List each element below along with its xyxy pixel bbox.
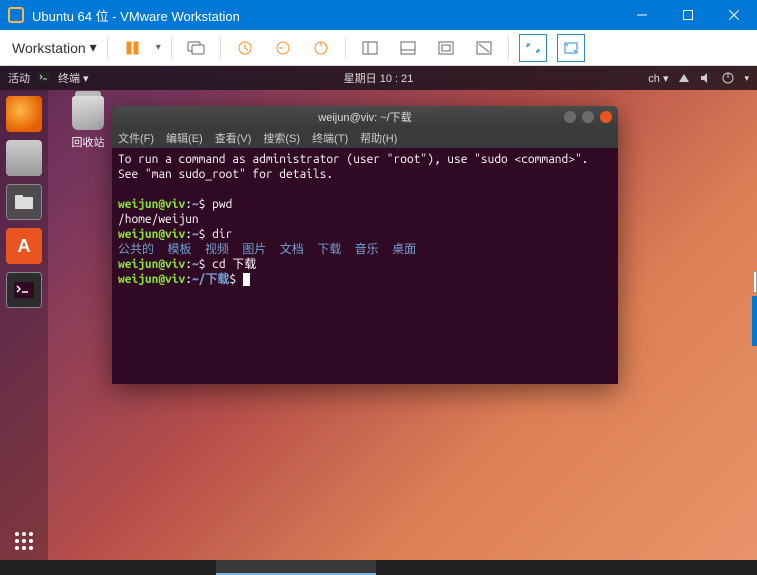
toolbar-separator <box>508 37 509 59</box>
launcher-firefox[interactable] <box>6 96 42 132</box>
cmd: cd 下载 <box>212 258 256 271</box>
toolbar-separator <box>345 37 346 59</box>
launcher-terminal[interactable] <box>6 272 42 308</box>
toolbar-separator <box>171 37 172 59</box>
maximize-button[interactable] <box>665 0 711 30</box>
ubuntu-launcher: A <box>0 90 48 560</box>
activities-button[interactable]: 活动 <box>8 70 30 86</box>
dollar: $ <box>229 273 236 286</box>
ubuntu-top-panel: 活动 终端 ▾ 星期日 10 : 21 ch ▾ ▾ <box>0 66 757 90</box>
window-controls <box>619 0 757 30</box>
software-icon: A <box>18 236 31 257</box>
snapshot-revert-button[interactable] <box>269 34 297 62</box>
toolbar-separator <box>220 37 221 59</box>
terminal-icon <box>13 281 35 299</box>
vmware-logo-icon <box>8 7 24 23</box>
power-icon[interactable] <box>722 72 734 84</box>
toolbar-separator <box>107 37 108 59</box>
volume-icon[interactable] <box>700 72 712 84</box>
terminal-window-controls <box>564 111 612 123</box>
view-console-button[interactable] <box>394 34 422 62</box>
scrollbar-thumb[interactable] <box>752 296 757 346</box>
view-fullscreen-button[interactable] <box>432 34 460 62</box>
stretch-guest-button[interactable] <box>557 34 585 62</box>
input-method-indicator[interactable]: ch ▾ <box>648 72 668 85</box>
menu-file[interactable]: 文件(F) <box>118 130 154 146</box>
enter-fullscreen-button[interactable] <box>519 34 547 62</box>
vmware-toolbar: Workstation ▾ ▾ <box>0 30 757 66</box>
prompt-path: ~/下载 <box>192 273 229 286</box>
menu-help[interactable]: 帮助(H) <box>360 130 397 146</box>
launcher-software[interactable]: A <box>6 228 42 264</box>
snapshot-button[interactable] <box>231 34 259 62</box>
menu-view[interactable]: 查看(V) <box>215 130 252 146</box>
trash-label: 回收站 <box>62 134 114 150</box>
menu-edit[interactable]: 编辑(E) <box>166 130 203 146</box>
terminal-minimize-button[interactable] <box>564 111 576 123</box>
dropdown-icon[interactable]: ▾ <box>156 42 161 53</box>
dollar: $ <box>199 198 206 211</box>
vmware-titlebar: Ubuntu 64 位 - VMware Workstation <box>0 0 757 30</box>
send-ctrlaltdel-button[interactable] <box>182 34 210 62</box>
prompt-user: weijun@viv <box>118 273 185 286</box>
terminal-panel-icon <box>38 72 50 84</box>
app-menu[interactable]: 终端 ▾ <box>58 70 89 86</box>
minimize-button[interactable] <box>619 0 665 30</box>
panel-datetime[interactable]: 星期日 10 : 21 <box>344 70 414 86</box>
trash-icon <box>72 96 104 130</box>
terminal-titlebar[interactable]: weijun@viv: ~/下载 <box>112 106 618 128</box>
line: See "man sudo_root" for details. <box>118 168 333 181</box>
pause-vm-button[interactable] <box>118 34 146 62</box>
terminal-maximize-button[interactable] <box>582 111 594 123</box>
windows-taskbar <box>0 560 757 575</box>
workstation-menu-label: Workstation <box>12 40 86 56</box>
apps-grid-icon <box>15 532 33 550</box>
system-menu-dropdown-icon[interactable]: ▾ <box>744 73 749 84</box>
terminal-window: weijun@viv: ~/下载 文件(F) 编辑(E) 查看(V) 搜索(S)… <box>112 106 618 384</box>
window-title: Ubuntu 64 位 - VMware Workstation <box>32 6 619 25</box>
workstation-menu[interactable]: Workstation ▾ <box>12 39 97 56</box>
terminal-close-button[interactable] <box>600 111 612 123</box>
output: 公共的 模板 视频 图片 文档 下载 音乐 桌面 <box>118 243 416 256</box>
network-icon[interactable] <box>678 72 690 84</box>
cursor <box>243 273 250 286</box>
line: To run a command as administrator (user … <box>118 153 588 166</box>
prompt-user: weijun@viv <box>118 228 185 241</box>
menu-search[interactable]: 搜索(S) <box>263 130 300 146</box>
prompt-user: weijun@viv <box>118 198 185 211</box>
files-icon <box>14 194 34 210</box>
taskbar-item[interactable] <box>216 560 376 575</box>
ubuntu-desktop: 活动 终端 ▾ 星期日 10 : 21 ch ▾ ▾ A 回收站 weijun@… <box>0 66 757 560</box>
terminal-menubar: 文件(F) 编辑(E) 查看(V) 搜索(S) 终端(T) 帮助(H) <box>112 128 618 148</box>
view-single-button[interactable] <box>356 34 384 62</box>
close-button[interactable] <box>711 0 757 30</box>
prompt-path: ~ <box>192 228 199 241</box>
prompt-path: ~ <box>192 198 199 211</box>
show-applications-button[interactable] <box>15 532 33 550</box>
view-unity-button[interactable] <box>470 34 498 62</box>
dollar: $ <box>199 258 206 271</box>
dropdown-icon: ▾ <box>90 39 97 56</box>
menu-terminal[interactable]: 终端(T) <box>312 130 348 146</box>
cmd: dir <box>212 228 232 241</box>
desktop-trash[interactable]: 回收站 <box>62 96 114 150</box>
scrollbar-track[interactable] <box>753 271 757 293</box>
output: /home/weijun <box>118 213 199 226</box>
terminal-body[interactable]: To run a command as administrator (user … <box>112 148 618 384</box>
launcher-trash[interactable] <box>6 140 42 176</box>
dollar: $ <box>199 228 206 241</box>
snapshot-manage-button[interactable] <box>307 34 335 62</box>
prompt-user: weijun@viv <box>118 258 185 271</box>
terminal-title-text: weijun@viv: ~/下载 <box>318 109 411 125</box>
launcher-files[interactable] <box>6 184 42 220</box>
cmd: pwd <box>212 198 232 211</box>
prompt-path: ~ <box>192 258 199 271</box>
